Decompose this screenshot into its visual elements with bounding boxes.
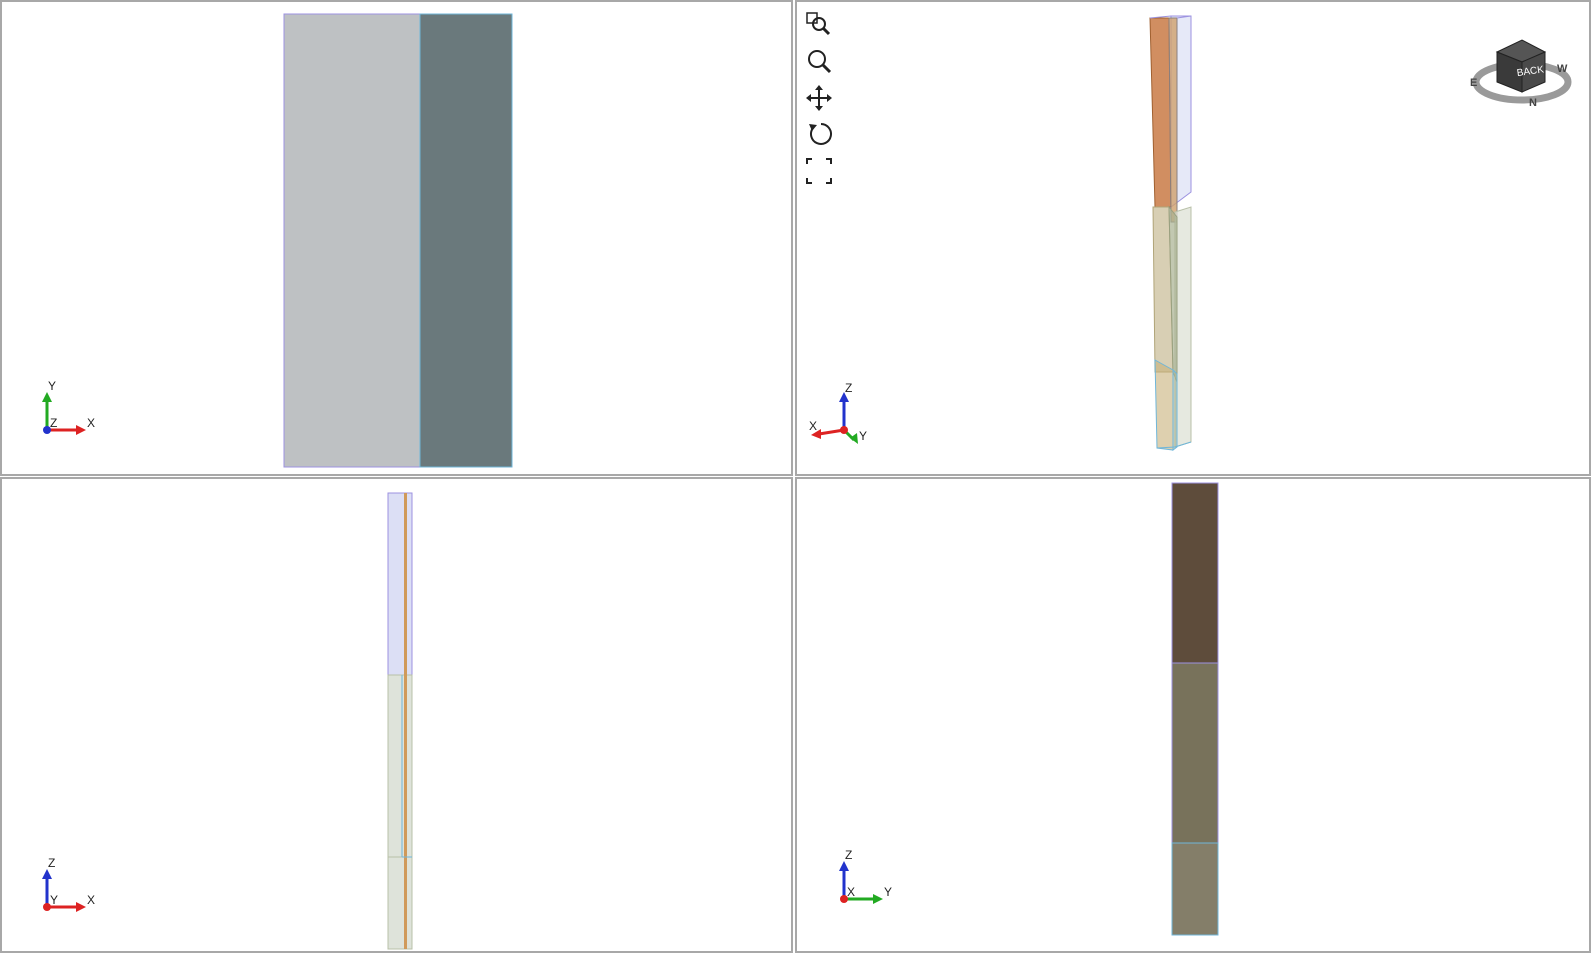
axis-label-center: Z [50,416,57,430]
axis-triad-yz: Z Y X [839,848,892,904]
axis-label-left: X [809,419,817,433]
viewport-top-right[interactable]: BACK E N W Z X Y [795,0,1591,476]
axis-triad-xz: Z X Y [42,856,95,912]
axis-label-right: X [87,416,95,430]
axis-label-up: Z [845,381,852,395]
axis-label-up: Z [845,848,852,862]
viewport-bottom-right[interactable]: Z Y X [795,477,1591,953]
viewport-top-left[interactable]: Y X Z [0,0,793,476]
axis-label-up: Y [48,379,56,393]
axis-label-center: Y [50,893,58,907]
axis-label-right: Y [859,429,867,443]
axis-label-center: X [847,885,855,899]
axis-label-right: X [87,893,95,907]
axis-label-up: Z [48,856,55,870]
axis-label-right: Y [884,885,892,899]
axis-triad-3d: Z X Y [809,381,867,444]
viewport-bottom-left[interactable]: Z X Y [0,477,793,953]
axis-triad-xy: Y X Z [42,379,95,435]
